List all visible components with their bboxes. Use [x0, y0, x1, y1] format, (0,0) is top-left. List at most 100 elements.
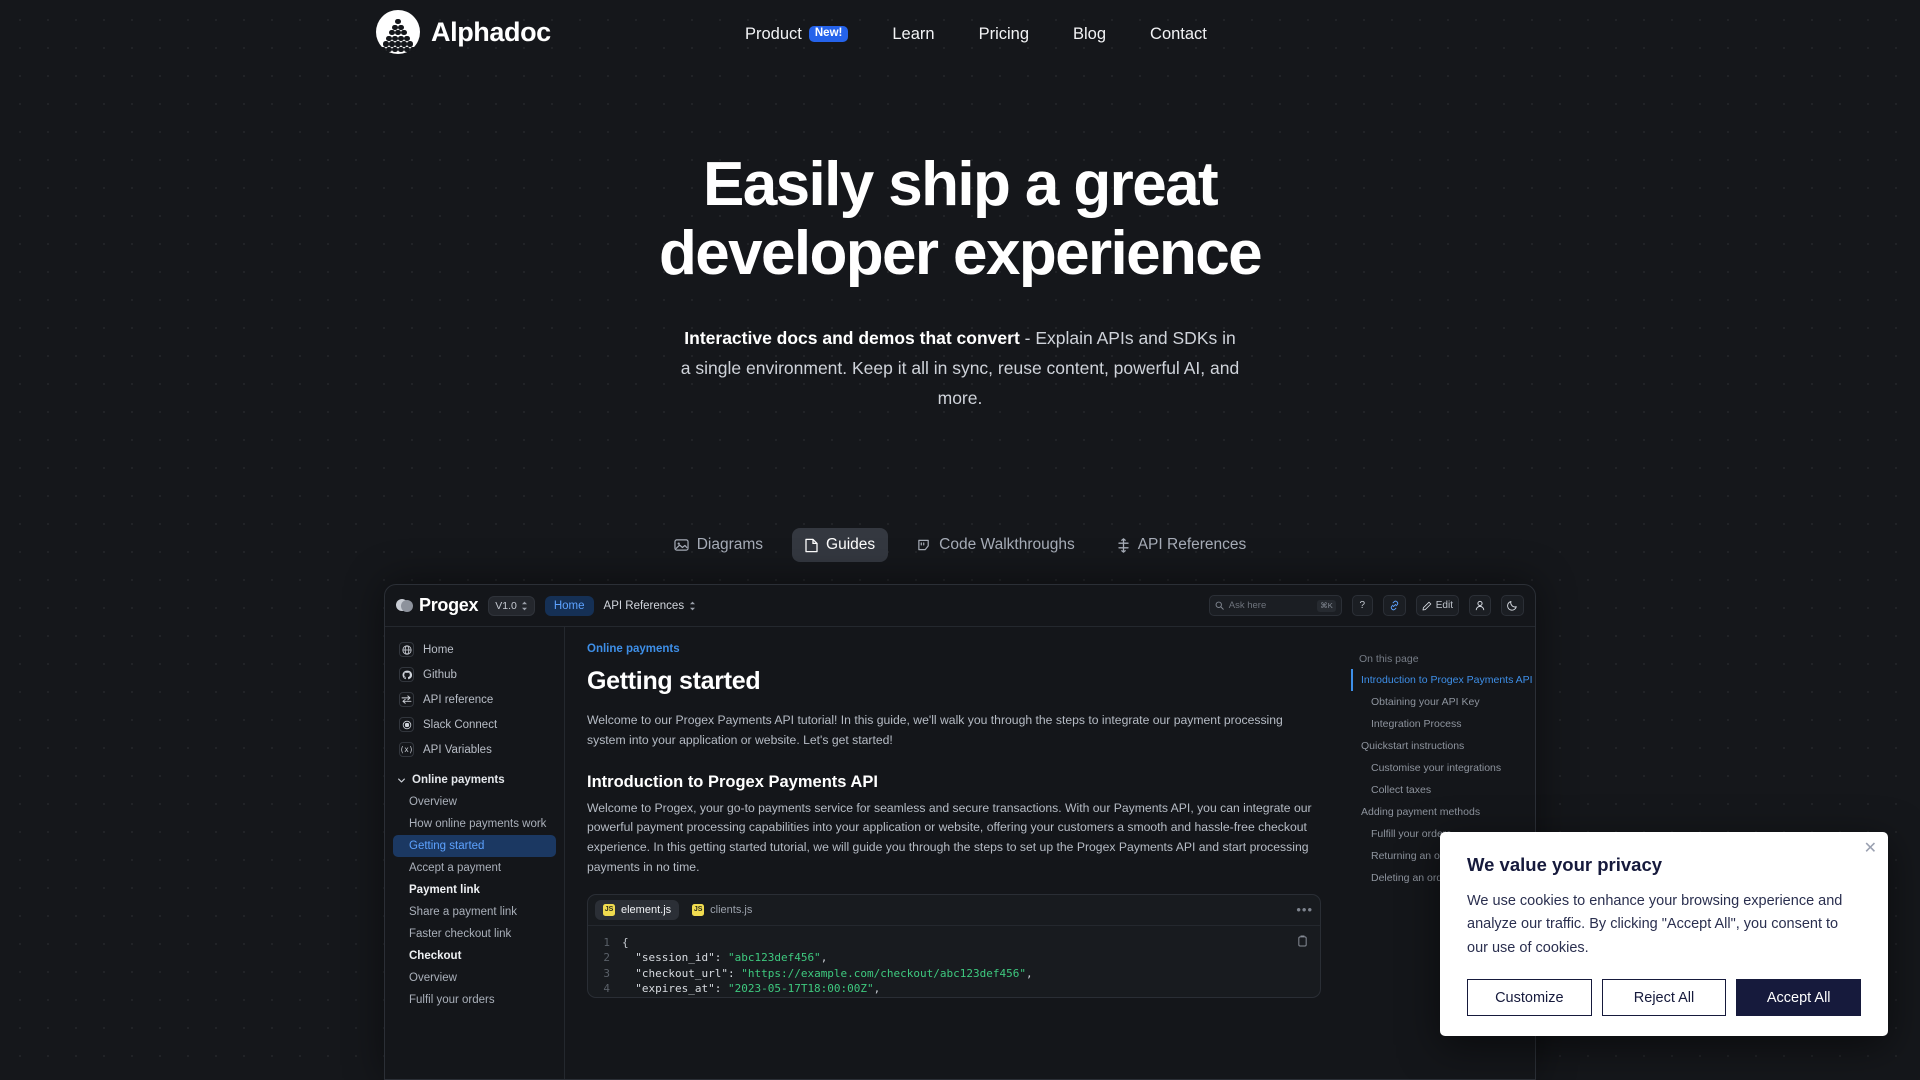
help-button[interactable]: ? — [1351, 595, 1373, 616]
sidebar-item-faster-checkout-link[interactable]: Faster checkout link — [393, 923, 556, 945]
clipboard-icon — [1298, 935, 1307, 947]
toc-item-integration-process[interactable]: Integration Process — [1351, 713, 1521, 735]
nav-badge-new: New! — [808, 25, 849, 43]
cookie-title: We value your privacy — [1467, 854, 1663, 875]
copy-code-button[interactable] — [1297, 935, 1308, 952]
site-header: Alphadoc Product New! Learn Pricing Blog Cont… — [0, 0, 1920, 68]
nav-link-label: Blog — [1073, 24, 1107, 43]
app-sidebar: Home Github API reference Slack Connect (x) A… — [385, 627, 565, 1079]
sidebar-group-label: Online payments — [412, 774, 505, 786]
code-line-text: "session_id": "abc123def456", — [622, 951, 828, 965]
js-file-icon: JS — [603, 903, 615, 916]
breadcrumb[interactable]: Online payments — [587, 643, 1321, 655]
close-icon[interactable]: ✕ — [1864, 841, 1877, 857]
chevron-updown-icon — [521, 601, 527, 610]
toc-item-collect-taxes[interactable]: Collect taxes — [1351, 779, 1521, 801]
nav-link-product[interactable]: Product New! — [745, 24, 849, 44]
sidebar-item-api-reference[interactable]: API reference — [393, 687, 556, 712]
version-selector[interactable]: V1.0 — [488, 595, 535, 616]
cookie-body: We use cookies to enhance your browsing … — [1467, 893, 1843, 956]
account-button[interactable] — [1469, 595, 1491, 616]
feature-tab-diagrams[interactable]: Diagrams — [661, 528, 776, 562]
sidebar-item-payment-link[interactable]: Payment link — [393, 879, 556, 901]
theme-toggle-button[interactable] — [1501, 595, 1524, 616]
feature-tab-code-walkthroughs[interactable]: Code Walkthroughs — [904, 528, 1088, 562]
toc-item-obtaining-your-api-key[interactable]: Obtaining your API Key — [1351, 691, 1521, 713]
sidebar-item-overview[interactable]: Overview — [393, 967, 556, 989]
sidebar-item-slack-connect[interactable]: Slack Connect — [393, 712, 556, 737]
code-line: 3 "checkout_url": "https://example.com/c… — [588, 966, 1320, 982]
edit-button[interactable]: Edit — [1415, 595, 1459, 616]
sidebar-item-label: API reference — [423, 693, 494, 706]
toc-item-customise-your-integrations[interactable]: Customise your integrations — [1351, 757, 1521, 779]
customize-button[interactable]: Customize — [1467, 979, 1592, 1017]
sidebar-item-github[interactable]: Github — [393, 662, 556, 687]
hero-subtitle: Interactive docs and demos that convert … — [677, 323, 1243, 413]
code-line-number: 3 — [603, 966, 610, 980]
code-line-text: "expires_at": "2023-05-17T18:00:00Z", — [622, 982, 881, 996]
sidebar-item-overview[interactable]: Overview — [393, 791, 556, 813]
feature-tabs: Diagrams Guides Code Walkthroughs API Refer… — [0, 528, 1920, 562]
sidebar-item-getting-started[interactable]: Getting started — [393, 835, 556, 857]
code-line: 2 "session_id": "abc123def456", — [588, 950, 1320, 966]
chevron-updown-icon — [690, 601, 696, 610]
search-shortcut: ⌘K — [1317, 599, 1336, 612]
code-tab-element-js[interactable]: JS element.js — [595, 899, 680, 920]
api-references-menu[interactable]: API References — [604, 600, 697, 612]
code-tab-label: clients.js — [710, 903, 753, 916]
js-file-icon: JS — [692, 903, 705, 916]
page-lead-paragraph: Welcome to our Progex Payments API tutor… — [587, 713, 1283, 748]
nav-link-contact[interactable]: Contact — [1150, 25, 1207, 44]
sidebar-item-accept-a-payment[interactable]: Accept a payment — [393, 857, 556, 879]
home-tab[interactable]: Home — [544, 595, 594, 616]
sidebar-item-fulfil-your-orders[interactable]: Fulfil your orders — [393, 989, 556, 1011]
sidebar-item-label: Home — [423, 643, 454, 656]
reject-all-button[interactable]: Reject All — [1601, 979, 1727, 1017]
section-paragraph: Welcome to Progex, your go-to payments s… — [587, 800, 1312, 874]
search-input[interactable]: Ask here ⌘K — [1208, 595, 1342, 616]
app-body: Home Github API reference Slack Connect (x) A… — [385, 627, 1535, 1079]
sidebar-item-how-online-payments-work[interactable]: How online payments work — [393, 813, 556, 835]
code-block: JS element.js JS clients.js ••• 1{2 "session… — [587, 893, 1321, 998]
link-button[interactable] — [1382, 595, 1406, 616]
hero-headline-line2: developer experience — [658, 219, 1263, 289]
feature-tab-label: Code Walkthroughs — [939, 536, 1075, 553]
chevron-down-icon — [398, 778, 405, 782]
feature-tab-guides[interactable]: Guides — [792, 528, 889, 562]
progex-name: Progex — [419, 595, 479, 615]
nav-link-blog[interactable]: Blog — [1073, 25, 1106, 44]
sidebar-item-api-variables[interactable]: (x) API Variables — [393, 737, 556, 762]
accept-all-button[interactable]: Accept All — [1736, 979, 1862, 1017]
hero-subtitle-bold: Interactive docs and demos that convert — [684, 327, 1020, 348]
alphadoc-logo-icon — [376, 10, 420, 54]
sidebar-item-checkout[interactable]: Checkout — [393, 945, 556, 967]
feature-tab-label: API References — [1137, 536, 1247, 553]
toc-item-quickstart-instructions[interactable]: Quickstart instructions — [1351, 735, 1521, 757]
nav-link-label: Pricing — [978, 24, 1029, 43]
code-content: 1{2 "session_id": "abc123def456", 3 "chec… — [588, 926, 1320, 997]
hero-section: Easily ship a great developer experience… — [0, 150, 1920, 413]
user-icon — [1475, 600, 1485, 611]
progex-logo[interactable]: Progex — [396, 595, 479, 616]
brand-name: Alphadoc — [431, 16, 551, 47]
toc-item-introduction-to-progex-payments-api[interactable]: Introduction to Progex Payments API — [1351, 669, 1533, 691]
nav-link-pricing[interactable]: Pricing — [979, 25, 1029, 44]
api-references-label: API References — [603, 599, 685, 612]
version-label: V1.0 — [495, 599, 517, 612]
sidebar-item-home[interactable]: Home — [393, 637, 556, 662]
slack-icon — [399, 717, 414, 732]
nav-link-learn[interactable]: Learn — [892, 25, 934, 44]
feature-tab-label: Diagrams — [696, 536, 764, 553]
code-line-text: { — [622, 935, 629, 949]
brand-logo[interactable]: Alphadoc — [376, 10, 551, 54]
toc-item-adding-payment-methods[interactable]: Adding payment methods — [1351, 801, 1521, 823]
code-line: 4 "expires_at": "2023-05-17T18:00:00Z", — [588, 981, 1320, 997]
nav-link-label: Product — [745, 24, 802, 43]
arrows-icon — [399, 692, 414, 707]
sidebar-group-online-payments[interactable]: Online payments — [393, 769, 556, 791]
sidebar-item-share-a-payment-link[interactable]: Share a payment link — [393, 901, 556, 923]
code-menu-button[interactable]: ••• — [1296, 902, 1313, 917]
feature-tab-api-references[interactable]: API References — [1104, 528, 1260, 562]
code-tab-clients-js[interactable]: JS clients.js — [684, 900, 760, 920]
app-preview-window: Progex V1.0 Home API References Ask here… — [384, 584, 1536, 1080]
